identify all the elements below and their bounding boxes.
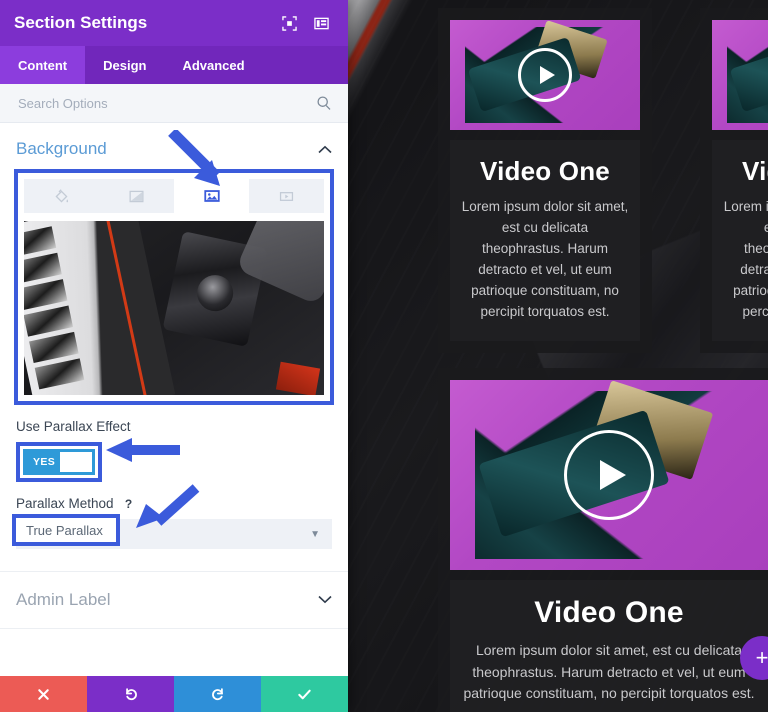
search-bar: [0, 84, 348, 123]
tab-content[interactable]: Content: [0, 46, 85, 84]
background-image-preview[interactable]: [24, 221, 324, 395]
redo-button[interactable]: [174, 676, 261, 712]
page-title: Section Settings: [14, 13, 270, 33]
video-card-body: Video One Lorem ipsum dolor sit amet, es…: [450, 140, 640, 341]
video-card-text: Lorem ipsum dolor sit amet, est cu delic…: [460, 640, 758, 705]
preview-photo-book: [24, 221, 175, 395]
plus-icon: +: [756, 647, 768, 669]
parallax-toggle-highlight: YES: [16, 442, 102, 482]
video-card-title: Video One: [722, 156, 768, 187]
video-thumbnail[interactable]: [450, 20, 640, 130]
video-card-title: Video One: [460, 156, 630, 187]
play-icon[interactable]: [518, 48, 572, 102]
arrow-to-background-image-tab: [168, 130, 238, 188]
background-color-tab[interactable]: [24, 179, 99, 213]
save-button[interactable]: [261, 676, 348, 712]
background-type-highlight: [14, 169, 334, 405]
play-icon[interactable]: [564, 430, 654, 520]
section-divider: [0, 628, 348, 629]
expand-fullscreen-icon[interactable]: [276, 10, 302, 36]
video-card[interactable]: Video One Lorem ipsum dolor sit amet, es…: [438, 368, 768, 712]
video-card[interactable]: Video One Lorem ipsum dolor sit amet, es…: [438, 8, 652, 353]
tab-advanced[interactable]: Advanced: [164, 46, 262, 84]
arrow-to-parallax-method: [124, 484, 200, 530]
video-card-text: Lorem ipsum dolor sit amet, est cu delic…: [460, 197, 630, 323]
toggle-knob: [60, 452, 92, 472]
gradient-icon: [128, 188, 145, 205]
preview-red-corner: [276, 362, 320, 395]
video-card[interactable]: Video One Lorem ipsum dolor sit amet, es…: [700, 8, 768, 353]
video-thumbnail[interactable]: [450, 380, 768, 570]
chevron-up-icon[interactable]: [318, 142, 332, 157]
app-screen: Video One Lorem ipsum dolor sit amet, es…: [0, 0, 768, 712]
parallax-toggle[interactable]: YES: [23, 449, 95, 475]
admin-label-section[interactable]: Admin Label: [0, 572, 348, 628]
search-icon[interactable]: [316, 95, 332, 111]
cancel-button[interactable]: [0, 676, 87, 712]
arrow-to-parallax-toggle: [104, 437, 182, 463]
thumbnail-camera-image: [727, 27, 768, 124]
chevron-down-icon[interactable]: [318, 591, 332, 609]
image-icon: [203, 187, 221, 205]
section-settings-modal: Section Settings Content Design Advanced: [0, 0, 348, 712]
parallax-method-highlight: True Parallax: [12, 514, 120, 546]
tab-design[interactable]: Design: [85, 46, 164, 84]
settings-panel-body: Background: [0, 123, 348, 676]
modal-header: Section Settings: [0, 0, 348, 46]
parallax-toggle-value: YES: [23, 456, 55, 468]
video-card-text: Lorem ipsum dolor sit amet, est cu delic…: [722, 197, 768, 323]
modal-tabs: Content Design Advanced: [0, 46, 348, 84]
parallax-effect-label: Use Parallax Effect: [16, 419, 332, 434]
background-video-tab[interactable]: [249, 179, 324, 213]
video-card-body: Video One Lorem ipsum dolor sit amet, es…: [712, 140, 768, 341]
background-section-label: Background: [16, 139, 318, 159]
video-card-body: Video One Lorem ipsum dolor sit amet, es…: [450, 580, 768, 712]
parallax-method-value: True Parallax: [26, 523, 103, 538]
video-thumbnail[interactable]: [712, 20, 768, 130]
search-input[interactable]: [16, 95, 316, 112]
parallax-method-label: Parallax Method: [16, 496, 114, 511]
modal-footer: [0, 676, 348, 712]
undo-button[interactable]: [87, 676, 174, 712]
chevron-down-icon[interactable]: ▼: [310, 529, 320, 540]
admin-label-title: Admin Label: [16, 590, 318, 610]
background-gradient-tab[interactable]: [99, 179, 174, 213]
video-card-title: Video One: [460, 596, 758, 630]
layout-columns-icon[interactable]: [308, 10, 334, 36]
video-icon: [278, 188, 295, 205]
paint-bucket-icon: [53, 188, 70, 205]
